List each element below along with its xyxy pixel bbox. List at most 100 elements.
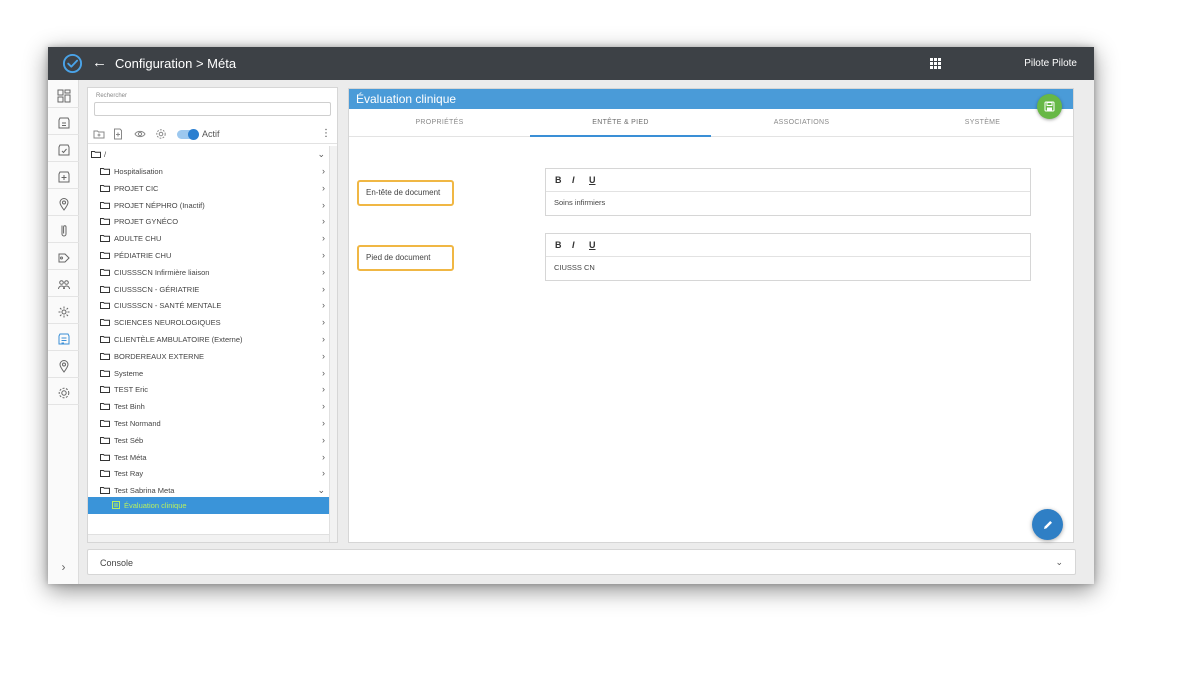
tree-folder-label: CIUSSSCN - SANTÉ MENTALE xyxy=(114,301,222,311)
header-rich-text-editor[interactable]: B I U Soins infirmiers xyxy=(545,168,1031,216)
folder-icon xyxy=(100,386,110,394)
tab-systeme[interactable]: SYSTÈME xyxy=(892,109,1073,137)
add-folder-icon[interactable] xyxy=(93,128,105,140)
tree-folder-item[interactable]: PROJET NÉPHRO (Inactif) › xyxy=(88,197,329,214)
chevron-down-icon[interactable]: ⌄ xyxy=(1055,557,1063,568)
tree-folder-item[interactable]: CLIENTÈLE AMBULATOIRE (Externe) › xyxy=(88,331,329,348)
tree-folder-item[interactable]: PROJET CIC › xyxy=(88,180,329,197)
location-icon[interactable] xyxy=(48,192,79,216)
folder-icon xyxy=(100,168,110,175)
editor-tabs: PROPRIÉTÉS ENTÊTE & PIED ASSOCIATIONS SY… xyxy=(349,109,1073,137)
user-name[interactable]: Pilote Pilote xyxy=(1024,58,1077,70)
search-label: Rechercher xyxy=(96,93,128,99)
chevron-down-icon[interactable]: ⌄ xyxy=(317,146,325,163)
folder-icon xyxy=(100,436,110,444)
tree-folder-item[interactable]: TEST Eric › xyxy=(88,381,329,398)
tree-folder-item[interactable]: Test Ray › xyxy=(88,465,329,482)
process-icon[interactable] xyxy=(48,165,79,189)
italic-button[interactable]: I xyxy=(572,239,575,251)
tab-associations[interactable]: ASSOCIATIONS xyxy=(711,109,892,137)
app-logo-icon[interactable] xyxy=(62,53,83,74)
chevron-right-icon[interactable]: › xyxy=(322,365,325,382)
view-icon[interactable] xyxy=(134,128,146,140)
validation-icon[interactable] xyxy=(48,138,79,162)
active-toggle[interactable] xyxy=(177,129,199,140)
chevron-right-icon[interactable]: › xyxy=(322,230,325,247)
tree-folder-item[interactable]: Test Binh › xyxy=(88,398,329,415)
tree-folder-label: CLIENTÈLE AMBULATOIRE (Externe) xyxy=(114,335,243,344)
tab-entete-pied[interactable]: ENTÊTE & PIED xyxy=(530,109,711,137)
chevron-right-icon[interactable]: › xyxy=(322,264,325,281)
tree-item-selected[interactable]: Évaluation clinique xyxy=(88,497,329,514)
tree-vertical-scrollbar[interactable] xyxy=(329,146,337,542)
chevron-right-icon[interactable]: › xyxy=(322,381,325,398)
meta-icon[interactable] xyxy=(48,327,79,351)
tree-horizontal-scrollbar[interactable] xyxy=(88,534,329,542)
underline-button[interactable]: U xyxy=(589,239,596,251)
underline-button[interactable]: U xyxy=(589,174,596,186)
tree-root[interactable]: / ⌄ xyxy=(88,146,329,163)
expand-rail-chevron-icon[interactable]: › xyxy=(48,560,79,574)
tree-folder-item[interactable]: CIUSSSCN - SANTÉ MENTALE › xyxy=(88,297,329,314)
search-input[interactable] xyxy=(94,102,331,116)
bold-button[interactable]: B xyxy=(555,239,562,251)
tree-folder-item[interactable]: PROJET GYNÉCO › xyxy=(88,213,329,230)
tree-folder-label: BORDEREAUX EXTERNE xyxy=(114,351,205,361)
tree-folder-item[interactable]: Test Séb › xyxy=(88,432,329,449)
forms-icon[interactable] xyxy=(48,111,79,135)
chevron-right-icon[interactable]: › xyxy=(322,247,325,264)
chevron-right-icon[interactable]: › xyxy=(322,331,325,348)
bold-button[interactable]: B xyxy=(555,174,562,186)
chevron-right-icon[interactable]: › xyxy=(322,297,325,314)
tree-folder-item[interactable]: ADULTE CHU › xyxy=(88,230,329,247)
tree-toolbar: Actif ⋮ xyxy=(88,124,337,144)
tree-folder-item[interactable]: SCIENCES NEUROLOGIQUES › xyxy=(88,314,329,331)
tree-folder-item[interactable]: PÉDIATRIE CHU › xyxy=(88,247,329,264)
tree-folder-item[interactable]: Test Méta › xyxy=(88,449,329,466)
tree-folder-item[interactable]: Test Normand › xyxy=(88,415,329,432)
chevron-right-icon[interactable]: › xyxy=(322,449,325,466)
chevron-right-icon[interactable]: › xyxy=(322,398,325,415)
tree-folder-item[interactable]: CIUSSSCN Infirmière liaison › xyxy=(88,264,329,281)
chevron-right-icon[interactable]: › xyxy=(322,348,325,365)
folder-icon xyxy=(91,151,101,158)
settings-icon[interactable] xyxy=(48,381,79,405)
dashboard-icon[interactable] xyxy=(48,84,79,108)
back-arrow-icon[interactable]: ← xyxy=(92,53,107,73)
edit-button[interactable] xyxy=(1032,509,1063,540)
chevron-right-icon[interactable]: › xyxy=(322,465,325,482)
tree-menu-icon[interactable]: ⋮ xyxy=(321,128,331,139)
tag-icon[interactable] xyxy=(48,246,79,270)
folder-icon xyxy=(100,268,110,276)
folder-icon xyxy=(100,218,110,226)
chevron-right-icon[interactable]: › xyxy=(322,432,325,449)
chevron-right-icon[interactable]: › xyxy=(322,415,325,432)
footer-content[interactable]: CIUSSS CN xyxy=(554,263,595,272)
tree-folder-item[interactable]: Systeme › xyxy=(88,365,329,382)
header-content[interactable]: Soins infirmiers xyxy=(554,198,605,207)
users-icon[interactable] xyxy=(48,273,79,297)
tree-folder-item[interactable]: Hospitalisation › xyxy=(88,163,329,180)
chevron-right-icon[interactable]: › xyxy=(322,281,325,298)
folder-icon xyxy=(100,403,110,411)
tree-folder-label: PROJET NÉPHRO (Inactif) xyxy=(114,200,205,210)
chevron-right-icon[interactable]: › xyxy=(322,180,325,197)
tab-proprietes[interactable]: PROPRIÉTÉS xyxy=(349,109,530,137)
map-pin-icon[interactable] xyxy=(48,354,79,378)
apps-grid-icon[interactable] xyxy=(930,58,941,69)
italic-button[interactable]: I xyxy=(572,174,575,186)
console-panel[interactable]: Console ⌄ xyxy=(87,549,1076,575)
tree-folder-item[interactable]: CIUSSSCN - GÉRIATRIE › xyxy=(88,281,329,298)
modules-icon[interactable] xyxy=(48,300,79,324)
chevron-right-icon[interactable]: › xyxy=(322,314,325,331)
chevron-right-icon[interactable]: › xyxy=(322,197,325,214)
tree-folder-item[interactable]: BORDEREAUX EXTERNE › xyxy=(88,348,329,365)
chevron-right-icon[interactable]: › xyxy=(322,163,325,180)
footer-rich-text-editor[interactable]: B I U CIUSSS CN xyxy=(545,233,1031,281)
settings-icon[interactable] xyxy=(155,128,167,140)
document-icon[interactable] xyxy=(48,219,79,243)
folder-icon xyxy=(100,487,110,495)
add-document-icon[interactable] xyxy=(112,128,124,140)
folder-icon xyxy=(100,302,110,310)
chevron-right-icon[interactable]: › xyxy=(322,213,325,230)
